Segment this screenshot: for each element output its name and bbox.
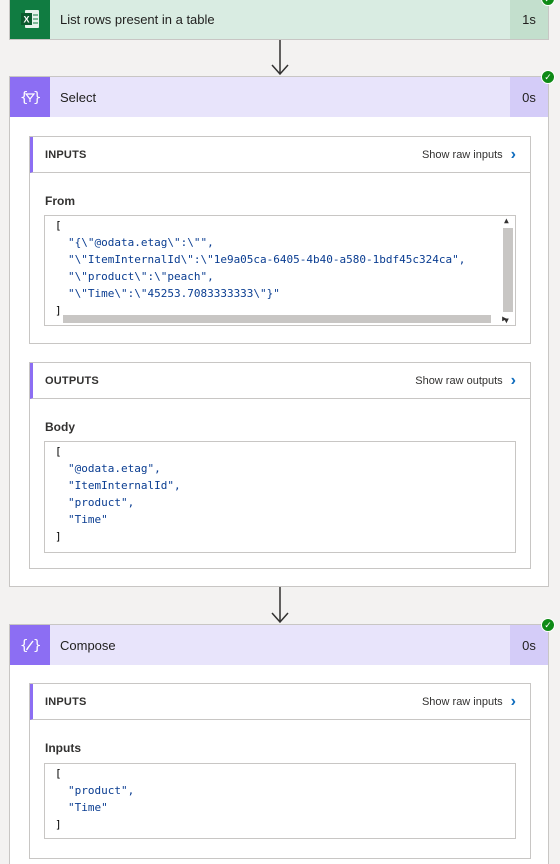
section-header: INPUTS Show raw inputs › <box>30 137 530 173</box>
compose-duration: 0s <box>510 625 548 665</box>
list-rows-header[interactable]: X List rows present in a table 1s ✓ <box>10 0 555 39</box>
success-check-icon: ✓ <box>541 618 555 632</box>
svg-text:}: } <box>33 638 41 654</box>
inputs-heading: INPUTS <box>45 695 87 708</box>
svg-text:X: X <box>23 15 29 25</box>
select-data-icon: { } <box>10 77 50 117</box>
svg-text:{: { <box>20 90 28 106</box>
open-bracket: [ <box>55 219 62 232</box>
vertical-scrollbar[interactable]: ▲ ▼ <box>501 216 515 325</box>
open-bracket: [ <box>55 445 62 458</box>
select-duration: 0s <box>510 77 548 117</box>
compose-header[interactable]: { } Compose 0s ✓ <box>10 618 555 665</box>
list-rows-duration: 1s <box>510 0 548 39</box>
code-line: "Time" <box>68 513 108 526</box>
code-line: "{\"@odata.etag\":\"", <box>68 236 214 249</box>
outputs-heading: OUTPUTS <box>45 374 99 387</box>
body-label: Body <box>45 420 75 434</box>
list-rows-card[interactable]: X List rows present in a table 1s ✓ <box>9 0 555 40</box>
scroll-thumb[interactable] <box>63 315 491 323</box>
arrow-down-icon <box>271 40 289 76</box>
scroll-up-icon[interactable]: ▲ <box>504 216 509 225</box>
compose-icon: { } <box>10 625 50 665</box>
code-line: "\"Time\":\"45253.7083333333\"}" <box>68 287 280 300</box>
compose-inputs-section: INPUTS Show raw inputs › Inputs [ "produ… <box>29 683 531 859</box>
compose-title: Compose <box>60 637 116 653</box>
horizontal-scrollbar[interactable]: ▶ <box>59 313 507 325</box>
list-rows-title: List rows present in a table <box>60 11 215 27</box>
success-check-icon: ✓ <box>541 70 555 84</box>
from-code-box[interactable]: [ "{\"@odata.etag\":\"", "\"ItemInternal… <box>44 215 516 326</box>
show-raw-inputs-link[interactable]: Show raw inputs › <box>421 145 516 163</box>
code-line: "ItemInternalId", <box>68 479 181 492</box>
show-raw-inputs-label: Show raw inputs <box>421 148 503 161</box>
close-bracket: ] <box>55 530 62 543</box>
from-label: From <box>45 194 75 208</box>
arrow-down-icon <box>271 587 289 624</box>
show-raw-inputs-label: Show raw inputs <box>421 695 503 708</box>
svg-text:}: } <box>33 90 41 106</box>
show-raw-outputs-link[interactable]: Show raw outputs › <box>415 371 516 389</box>
chevron-right-icon: › <box>510 371 516 389</box>
close-bracket: ] <box>55 818 62 831</box>
code-line: "\"ItemInternalId\":\"1e9a05ca-6405-4b40… <box>68 253 466 266</box>
open-bracket: [ <box>55 767 62 780</box>
select-card: { } Select 0s ✓ INPUTS Show raw inputs ›… <box>9 70 555 587</box>
scroll-right-icon[interactable]: ▶ <box>502 314 507 323</box>
inputs-code-box[interactable]: [ "product", "Time" ] <box>44 763 516 839</box>
section-header: INPUTS Show raw inputs › <box>30 684 530 720</box>
code-line: "\"product\":\"peach", <box>68 270 214 283</box>
code-line: "@odata.etag", <box>68 462 161 475</box>
select-outputs-section: OUTPUTS Show raw outputs › Body [ "@odat… <box>29 362 531 569</box>
show-raw-outputs-label: Show raw outputs <box>415 374 503 387</box>
code-line: "Time" <box>68 801 108 814</box>
inputs-heading: INPUTS <box>45 148 87 161</box>
select-inputs-section: INPUTS Show raw inputs › From [ "{\"@oda… <box>29 136 531 344</box>
select-header[interactable]: { } Select 0s ✓ <box>10 70 555 117</box>
chevron-right-icon: › <box>510 145 516 163</box>
chevron-right-icon: › <box>510 692 516 710</box>
inputs-label: Inputs <box>45 741 81 755</box>
show-raw-inputs-link[interactable]: Show raw inputs › <box>421 692 516 710</box>
select-title: Select <box>60 89 97 105</box>
excel-icon: X <box>10 0 50 39</box>
compose-card: { } Compose 0s ✓ INPUTS Show raw inputs … <box>9 618 555 864</box>
code-line: "product", <box>68 496 135 509</box>
body-code-box[interactable]: [ "@odata.etag", "ItemInternalId", "prod… <box>44 441 516 553</box>
svg-text:{: { <box>20 638 28 654</box>
code-line: "product", <box>68 784 135 797</box>
section-header: OUTPUTS Show raw outputs › <box>30 363 530 399</box>
scroll-thumb[interactable] <box>503 228 513 312</box>
